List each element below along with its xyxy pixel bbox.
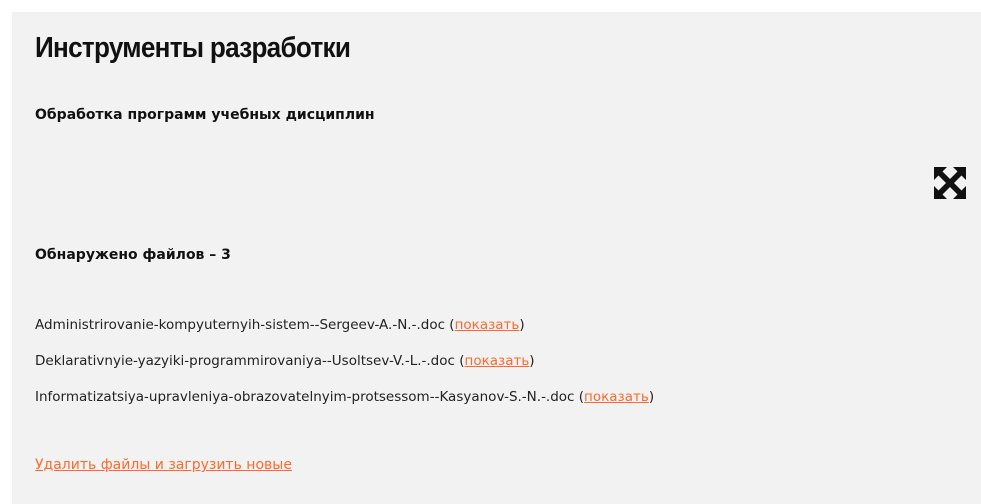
file-name: Deklarativnyie-yazyiki-programmirovaniya… [35,353,455,369]
expand-arrows-icon [934,167,966,199]
list-item: Deklarativnyie-yazyiki-programmirovaniya… [35,353,535,369]
file-name: Informatizatsiya-upravleniya-obrazovatel… [35,389,575,405]
expand-button[interactable] [932,165,968,201]
content-panel: Инструменты разработки Обработка програм… [12,12,981,504]
file-name: Administrirovanie-kompyuternyih-sistem--… [35,317,446,333]
list-item: Informatizatsiya-upravleniya-obrazovatel… [35,389,655,405]
files-found-count: Обнаружено файлов – 3 [35,247,231,263]
list-item: Administrirovanie-kompyuternyih-sistem--… [35,317,525,333]
show-file-link[interactable]: показать [455,317,520,333]
show-file-link[interactable]: показать [584,389,649,405]
page-title: Инструменты разработки [35,32,351,64]
file-list: Administrirovanie-kompyuternyih-sistem--… [35,315,654,423]
show-file-link[interactable]: показать [465,353,530,369]
delete-and-upload-link[interactable]: Удалить файлы и загрузить новые [35,457,292,473]
section-subtitle: Обработка программ учебных дисциплин [35,107,375,123]
